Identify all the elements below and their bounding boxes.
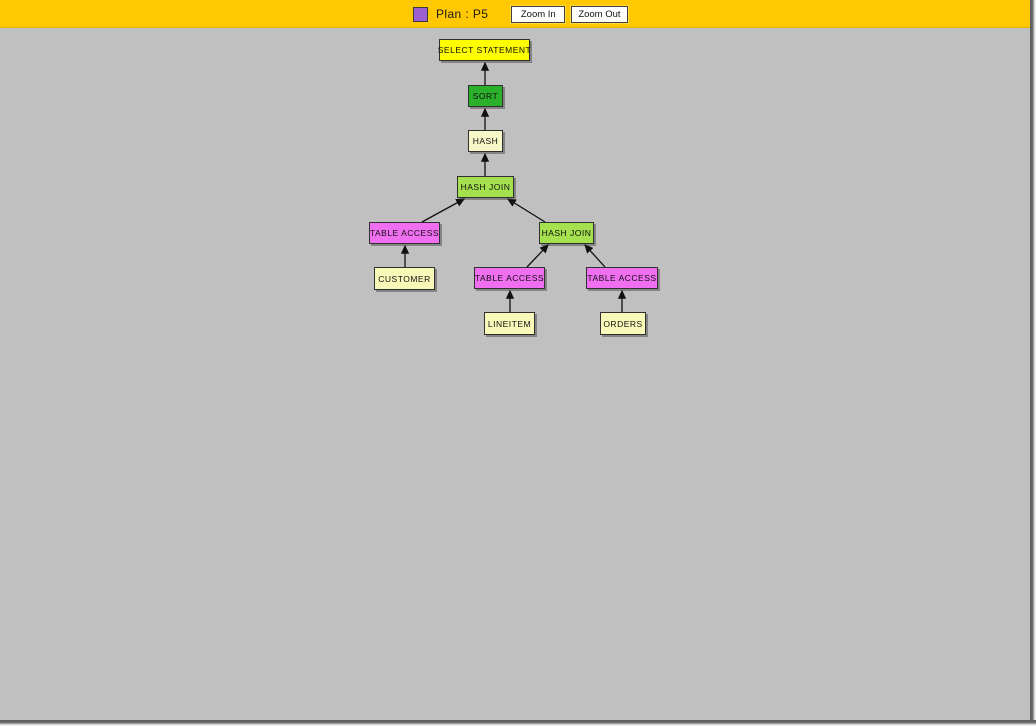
plan-node-lineitem[interactable]: LINEITEM: [484, 312, 535, 335]
plan-edge-hash-join-2-to-hash-join-1: [506, 198, 546, 223]
plan-node-orders[interactable]: ORDERS: [600, 312, 646, 335]
plan-node-label: TABLE ACCESS: [474, 273, 545, 283]
plan-node-table-access-1[interactable]: TABLE ACCESS: [369, 222, 440, 244]
plan-diagram-canvas[interactable]: SELECT STATEMENT SORT HASH HASH JOIN TABLE A…: [0, 29, 1030, 720]
plan-node-label: HASH: [472, 136, 499, 146]
plan-node-table-access-2[interactable]: TABLE ACCESS: [474, 267, 545, 289]
plan-node-hash[interactable]: HASH: [468, 130, 503, 152]
window-frame-bottom: [0, 720, 1036, 726]
plan-viewer-window: Plan : P5 Zoom In Zoom Out SELECT STATEM…: [0, 0, 1030, 720]
plan-node-label: TABLE ACCESS: [587, 273, 657, 283]
plan-edge-table-access-3-to-hash-join-2: [584, 244, 606, 268]
plan-node-table-access-3[interactable]: TABLE ACCESS: [586, 267, 658, 289]
plan-node-label: SORT: [472, 91, 499, 101]
plan-node-hash-join-2[interactable]: HASH JOIN: [539, 222, 594, 244]
plan-node-label: LINEITEM: [487, 318, 532, 329]
plan-node-label: CUSTOMER: [378, 273, 431, 284]
plan-color-swatch-icon: [413, 6, 428, 22]
plan-edge-table-access-1-to-hash-join-1: [421, 198, 466, 223]
toolbar: Plan : P5 Zoom In Zoom Out: [0, 0, 1030, 28]
plan-node-customer[interactable]: CUSTOMER: [374, 267, 435, 290]
plan-node-sort[interactable]: SORT: [468, 85, 503, 107]
plan-node-label: HASH JOIN: [460, 182, 511, 192]
plan-node-label: SELECT STATEMENT: [437, 45, 532, 55]
plan-node-label: TABLE ACCESS: [369, 228, 440, 238]
zoom-in-button[interactable]: Zoom In: [511, 5, 566, 23]
edge-layer: [400, 61, 627, 312]
plan-node-label: ORDERS: [603, 318, 643, 329]
window-frame-right: [1030, 0, 1036, 726]
plan-edge-table-access-2-to-hash-join-2: [526, 244, 549, 268]
plan-node-label: HASH JOIN: [541, 228, 592, 238]
plan-label: Plan : P5: [436, 7, 489, 21]
plan-node-select-statement[interactable]: SELECT STATEMENT: [437, 39, 532, 61]
plan-node-hash-join-1[interactable]: HASH JOIN: [457, 176, 514, 198]
zoom-out-button[interactable]: Zoom Out: [571, 5, 628, 23]
toolbar-content: Plan : P5 Zoom In Zoom Out: [413, 0, 634, 28]
